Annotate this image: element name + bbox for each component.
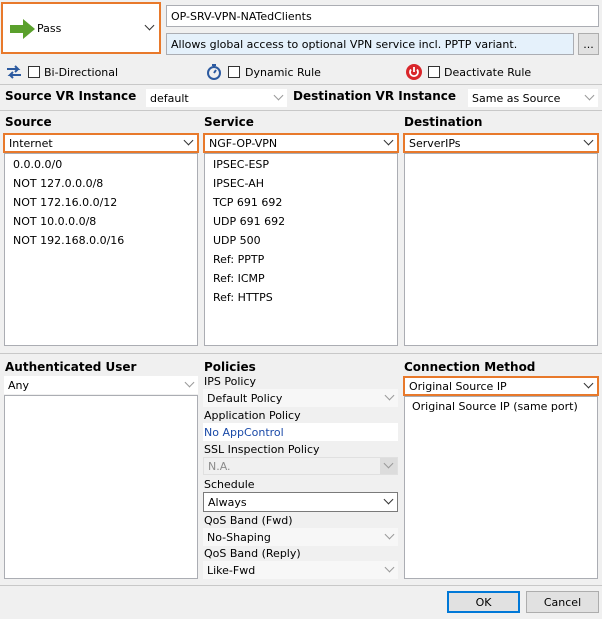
authenticated-user-header: Authenticated User bbox=[5, 360, 137, 374]
qos-reply-label: QoS Band (Reply) bbox=[204, 547, 301, 560]
chevron-down-icon bbox=[584, 90, 595, 101]
list-item[interactable]: NOT 192.168.0.0/16 bbox=[5, 231, 197, 250]
dynamic-rule-label: Dynamic Rule bbox=[245, 66, 321, 79]
chevron-down-icon bbox=[383, 494, 394, 505]
qos-reply-select[interactable]: Like-Fwd bbox=[203, 561, 398, 579]
rule-name-field[interactable]: OP-SRV-VPN-NATedClients bbox=[166, 5, 599, 27]
divider bbox=[0, 84, 602, 85]
qos-fwd-label: QoS Band (Fwd) bbox=[204, 514, 293, 527]
destination-vr-select[interactable]: Same as Source bbox=[468, 89, 598, 107]
power-icon bbox=[406, 64, 422, 83]
connection-method-list[interactable]: Original Source IP (same port) bbox=[404, 396, 598, 579]
list-item[interactable]: UDP 500 bbox=[205, 231, 397, 250]
list-item[interactable]: Ref: ICMP bbox=[205, 269, 397, 288]
authenticated-user-list[interactable] bbox=[4, 395, 198, 579]
chevron-down-icon bbox=[273, 90, 284, 101]
service-selected: NGF-OP-VPN bbox=[209, 136, 278, 150]
qos-reply-value: Like-Fwd bbox=[207, 563, 256, 577]
ips-policy-select[interactable]: Default Policy bbox=[203, 389, 398, 407]
more-button[interactable]: ... bbox=[578, 33, 599, 55]
source-vr-select[interactable]: default bbox=[146, 89, 287, 107]
bidirectional-checkbox[interactable] bbox=[28, 66, 40, 78]
list-item[interactable]: Original Source IP (same port) bbox=[405, 397, 597, 416]
rule-description-field[interactable]: Allows global access to optional VPN ser… bbox=[166, 33, 574, 55]
rule-name-value: OP-SRV-VPN-NATedClients bbox=[171, 9, 312, 23]
destination-selected: ServerIPs bbox=[409, 136, 461, 150]
service-select[interactable]: NGF-OP-VPN bbox=[203, 133, 399, 153]
ips-policy-label: IPS Policy bbox=[204, 375, 256, 388]
deactivate-rule-checkbox[interactable] bbox=[428, 66, 440, 78]
rule-description-value: Allows global access to optional VPN ser… bbox=[171, 37, 518, 51]
application-policy-link[interactable]: No AppControl bbox=[203, 423, 398, 441]
destination-header: Destination bbox=[404, 115, 483, 129]
more-button-label: ... bbox=[583, 37, 594, 51]
chevron-down-icon bbox=[384, 529, 395, 540]
chevron-down-icon bbox=[583, 135, 594, 146]
destination-vr-label: Destination VR Instance bbox=[293, 89, 457, 103]
list-item[interactable]: TCP 691 692 bbox=[205, 193, 397, 212]
action-select[interactable]: Pass bbox=[1, 2, 161, 54]
ips-policy-value: Default Policy bbox=[207, 391, 283, 405]
source-list[interactable]: 0.0.0.0/0 NOT 127.0.0.0/8 NOT 172.16.0.0… bbox=[4, 153, 198, 346]
list-item[interactable]: Ref: PPTP bbox=[205, 250, 397, 269]
connection-method-selected: Original Source IP bbox=[409, 379, 507, 393]
application-policy-label: Application Policy bbox=[204, 409, 301, 422]
chevron-down-icon bbox=[384, 562, 395, 573]
chevron-down-icon bbox=[383, 135, 394, 146]
divider bbox=[0, 585, 602, 586]
divider bbox=[0, 110, 602, 111]
cancel-button-label: Cancel bbox=[543, 595, 582, 609]
stopwatch-icon bbox=[206, 63, 222, 84]
source-selected: Internet bbox=[9, 136, 53, 150]
chevron-down-icon bbox=[183, 135, 194, 146]
schedule-value: Always bbox=[208, 495, 247, 509]
list-item[interactable]: UDP 691 692 bbox=[205, 212, 397, 231]
chevron-down-icon bbox=[144, 20, 155, 31]
divider bbox=[0, 353, 602, 354]
connection-method-header: Connection Method bbox=[404, 360, 536, 374]
dynamic-rule-checkbox[interactable] bbox=[228, 66, 240, 78]
authenticated-user-selected: Any bbox=[8, 378, 30, 392]
list-item[interactable]: NOT 10.0.0.0/8 bbox=[5, 212, 197, 231]
list-item[interactable]: IPSEC-ESP bbox=[205, 155, 397, 174]
list-item[interactable]: IPSEC-AH bbox=[205, 174, 397, 193]
ssl-inspection-value: N.A. bbox=[208, 459, 231, 473]
ssl-inspection-select: N.A. bbox=[203, 457, 398, 475]
destination-select[interactable]: ServerIPs bbox=[403, 133, 599, 153]
service-list[interactable]: IPSEC-ESP IPSEC-AH TCP 691 692 UDP 691 6… bbox=[204, 153, 398, 346]
application-policy-value[interactable]: No AppControl bbox=[204, 426, 284, 439]
ssl-inspection-label: SSL Inspection Policy bbox=[204, 443, 320, 456]
source-header: Source bbox=[5, 115, 52, 129]
cancel-button[interactable]: Cancel bbox=[526, 591, 599, 613]
destination-list[interactable] bbox=[404, 153, 598, 346]
connection-method-select[interactable]: Original Source IP bbox=[403, 376, 599, 396]
chevron-down-icon bbox=[184, 377, 195, 388]
list-item[interactable]: 0.0.0.0/0 bbox=[5, 155, 197, 174]
bidirectional-icon bbox=[6, 64, 22, 83]
source-vr-label: Source VR Instance bbox=[5, 89, 137, 103]
schedule-select[interactable]: Always bbox=[203, 492, 398, 512]
arrow-right-icon bbox=[10, 18, 36, 43]
list-item[interactable]: NOT 172.16.0.0/12 bbox=[5, 193, 197, 212]
destination-vr-value: Same as Source bbox=[472, 91, 561, 105]
chevron-down-icon bbox=[384, 390, 395, 401]
chevron-down-icon bbox=[583, 378, 594, 389]
action-label: Pass bbox=[37, 22, 62, 35]
ok-button-label: OK bbox=[475, 595, 492, 609]
source-select[interactable]: Internet bbox=[3, 133, 199, 153]
bidirectional-label: Bi-Directional bbox=[44, 66, 119, 79]
authenticated-user-select[interactable]: Any bbox=[4, 376, 198, 394]
service-header: Service bbox=[204, 115, 254, 129]
qos-fwd-select[interactable]: No-Shaping bbox=[203, 528, 398, 546]
schedule-label: Schedule bbox=[204, 478, 255, 491]
ok-button[interactable]: OK bbox=[447, 591, 520, 613]
policies-header: Policies bbox=[204, 360, 256, 374]
list-item[interactable]: Ref: HTTPS bbox=[205, 288, 397, 307]
source-vr-value: default bbox=[150, 91, 189, 105]
list-item[interactable]: NOT 127.0.0.0/8 bbox=[5, 174, 197, 193]
deactivate-rule-label: Deactivate Rule bbox=[444, 66, 532, 79]
qos-fwd-value: No-Shaping bbox=[207, 530, 271, 544]
